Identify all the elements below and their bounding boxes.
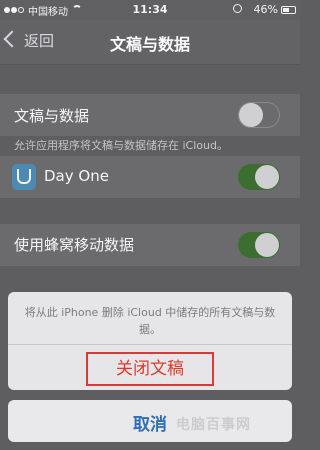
close-documents-button[interactable]: 关闭文稿: [86, 352, 214, 386]
watermark: 电脑百事网: [176, 417, 251, 433]
cellular-data-toggle[interactable]: [238, 232, 280, 258]
status-bar: 中国移动 11:34 46%: [0, 0, 300, 20]
book-icon: [17, 169, 31, 184]
action-sheet-message: 将从此 iPhone 删除 iCloud 中储存的所有文稿与数据。: [24, 306, 276, 336]
docs-data-row: 文稿与数据: [0, 94, 300, 136]
toggle-knob: [239, 103, 263, 127]
toggle-knob: [255, 165, 279, 189]
cellular-data-row: 使用蜂窝移动数据: [0, 224, 300, 266]
docs-data-label: 文稿与数据: [14, 107, 90, 125]
day-one-label: Day One: [44, 167, 109, 185]
action-sheet: 将从此 iPhone 删除 iCloud 中储存的所有文稿与数据。 关闭文稿: [8, 292, 292, 390]
docs-data-toggle[interactable]: [238, 102, 280, 128]
page-title: 文稿与数据: [109, 35, 190, 54]
day-one-toggle[interactable]: [238, 164, 280, 190]
toggle-knob: [255, 233, 279, 257]
docs-data-footnote: 允许应用程序将文稿与数据储存在 iCloud。: [14, 139, 228, 152]
divider: [8, 344, 292, 345]
cellular-data-label: 使用蜂窝移动数据: [14, 236, 135, 254]
day-one-app-icon: [12, 164, 36, 190]
rotation-lock-icon: [233, 4, 242, 13]
battery-percent: 46%: [253, 3, 278, 16]
navigation-bar: 返回 文稿与数据: [0, 20, 300, 65]
battery-icon: [281, 6, 296, 14]
day-one-row: Day One: [0, 156, 300, 198]
